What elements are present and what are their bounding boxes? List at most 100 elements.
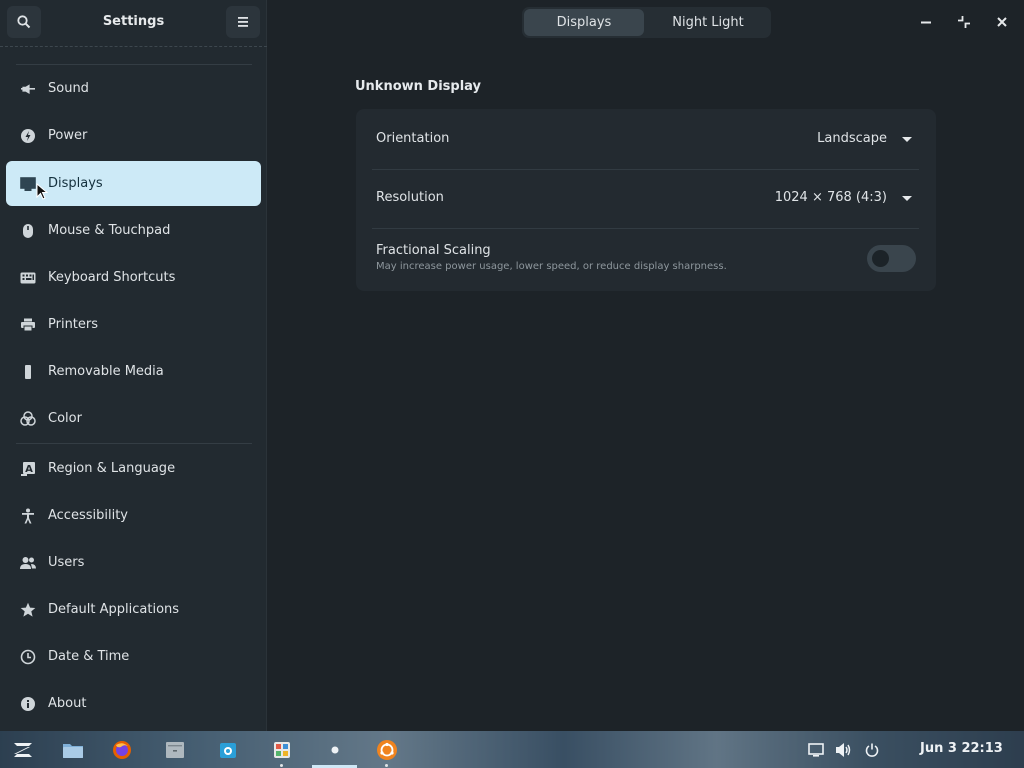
- sidebar-item-label: Region & Language: [48, 461, 176, 476]
- keyboard-icon: [20, 270, 36, 286]
- language-icon: A: [20, 461, 36, 477]
- fractional-scaling-label: Fractional Scaling: [376, 243, 491, 258]
- minimize-icon: [921, 21, 931, 24]
- cabinet-icon: [166, 742, 184, 758]
- sidebar-item-label: Printers: [48, 317, 99, 332]
- sidebar-item-keyboard-shortcuts[interactable]: Keyboard Shortcuts: [6, 255, 261, 300]
- ubuntu-app-button[interactable]: [375, 738, 399, 762]
- resolution-value[interactable]: 1024 × 768 (4:3): [775, 190, 887, 205]
- orientation-row[interactable]: Orientation Landscape: [356, 109, 936, 169]
- settings-app-icon: [274, 742, 290, 758]
- gear-icon: [331, 746, 339, 754]
- sidebar-item-label: Mouse & Touchpad: [48, 223, 171, 238]
- resolution-row[interactable]: Resolution 1024 × 768 (4:3): [356, 170, 936, 228]
- sidebar-item-about[interactable]: About: [6, 681, 261, 726]
- sidebar-item-removable-media[interactable]: Removable Media: [6, 349, 261, 394]
- display-icon: [20, 176, 36, 192]
- sidebar-item-users[interactable]: Users: [6, 540, 261, 585]
- settings-app-button[interactable]: [270, 738, 294, 762]
- accessibility-icon: [20, 508, 36, 524]
- sidebar-item-default-applications[interactable]: Default Applications: [6, 587, 261, 632]
- info-icon: [20, 696, 36, 712]
- orientation-value[interactable]: Landscape: [817, 131, 887, 146]
- mouse-cursor-icon: [36, 182, 49, 205]
- printer-icon: [20, 317, 36, 333]
- users-icon: [20, 555, 36, 571]
- usb-drive-icon: [20, 364, 36, 380]
- star-icon: [20, 602, 36, 618]
- sidebar-item-power[interactable]: Power: [6, 113, 261, 158]
- sidebar-item-label: Keyboard Shortcuts: [48, 270, 176, 285]
- sidebar-separator: [16, 64, 252, 65]
- sidebar-item-label: Color: [48, 411, 82, 426]
- firefox-icon: [113, 741, 131, 759]
- svg-text:A: A: [25, 464, 33, 475]
- folder-icon: [63, 744, 83, 758]
- running-indicator: [280, 764, 283, 767]
- fractional-scaling-row: Fractional Scaling May increase power us…: [356, 229, 936, 291]
- mouse-icon: [20, 223, 36, 239]
- sidebar-item-mouse-touchpad[interactable]: Mouse & Touchpad: [6, 208, 261, 253]
- tab-displays[interactable]: Displays: [524, 9, 644, 36]
- sidebar-item-region-language[interactable]: A Region & Language: [6, 446, 261, 491]
- sidebar-item-label: Users: [48, 555, 85, 570]
- close-button[interactable]: [992, 12, 1012, 32]
- store-icon: [220, 743, 236, 758]
- chevron-down-icon: [902, 137, 912, 142]
- file-manager-button[interactable]: [163, 738, 187, 762]
- sidebar-item-accessibility[interactable]: Accessibility: [6, 493, 261, 538]
- sidebar-header: Settings: [0, 0, 267, 46]
- sidebar-item-label: Accessibility: [48, 508, 128, 523]
- sidebar-item-label: Date & Time: [48, 649, 130, 664]
- minimize-button[interactable]: [916, 12, 936, 32]
- tab-night-light[interactable]: Night Light: [647, 9, 769, 36]
- sidebar-item-sound[interactable]: Sound: [6, 66, 261, 111]
- sidebar-item-color[interactable]: Color: [6, 396, 261, 441]
- sidebar-item-label: Power: [48, 128, 88, 143]
- display-name-heading: Unknown Display: [355, 79, 482, 94]
- sidebar-item-label: Sound: [48, 81, 89, 96]
- sidebar-separator: [16, 443, 252, 444]
- sidebar-item-label: Displays: [48, 176, 103, 191]
- volume-icon: [836, 743, 851, 757]
- restore-button[interactable]: [954, 12, 974, 32]
- fractional-scaling-toggle[interactable]: [867, 245, 916, 272]
- app-menu-button[interactable]: [11, 738, 35, 762]
- main-menu-button[interactable]: [226, 6, 260, 38]
- screen-icon: [808, 743, 824, 757]
- notifications-button[interactable]: [804, 738, 828, 762]
- hamburger-menu-icon: [238, 17, 248, 27]
- scroll-edge: [0, 46, 267, 47]
- zorin-logo-icon: [14, 743, 32, 757]
- chevron-down-icon: [902, 196, 912, 201]
- power-icon: [20, 128, 36, 144]
- power-icon: [865, 743, 879, 757]
- fractional-scaling-description: May increase power usage, lower speed, o…: [376, 261, 727, 272]
- sidebar-item-label: Default Applications: [48, 602, 180, 617]
- orientation-label: Orientation: [376, 131, 450, 146]
- volume-button[interactable]: [832, 738, 856, 762]
- taskbar: Jun 3 22:13: [0, 731, 1024, 768]
- settings-window-button[interactable]: [323, 738, 347, 762]
- sidebar-item-date-time[interactable]: Date & Time: [6, 634, 261, 679]
- close-icon: [997, 17, 1007, 27]
- view-switcher: Displays Night Light: [522, 7, 771, 38]
- files-button[interactable]: [61, 738, 85, 762]
- power-menu-button[interactable]: [860, 738, 884, 762]
- clock[interactable]: Jun 3 22:13: [920, 741, 1003, 756]
- restore-icon: [958, 16, 970, 28]
- sidebar: Settings Sound Power Displays Mouse & To…: [0, 0, 267, 731]
- software-store-button[interactable]: [216, 738, 240, 762]
- display-settings-card: Orientation Landscape Resolution 1024 × …: [356, 109, 936, 291]
- clock-icon: [20, 649, 36, 665]
- color-icon: [20, 410, 36, 427]
- sidebar-item-label: Removable Media: [48, 364, 164, 379]
- resolution-label: Resolution: [376, 190, 444, 205]
- orange-app-icon: [377, 740, 397, 760]
- running-indicator: [385, 764, 388, 767]
- sidebar-item-label: About: [48, 696, 87, 711]
- toggle-knob: [872, 250, 889, 267]
- sidebar-item-printers[interactable]: Printers: [6, 302, 261, 347]
- firefox-button[interactable]: [110, 738, 134, 762]
- speaker-icon: [20, 81, 36, 97]
